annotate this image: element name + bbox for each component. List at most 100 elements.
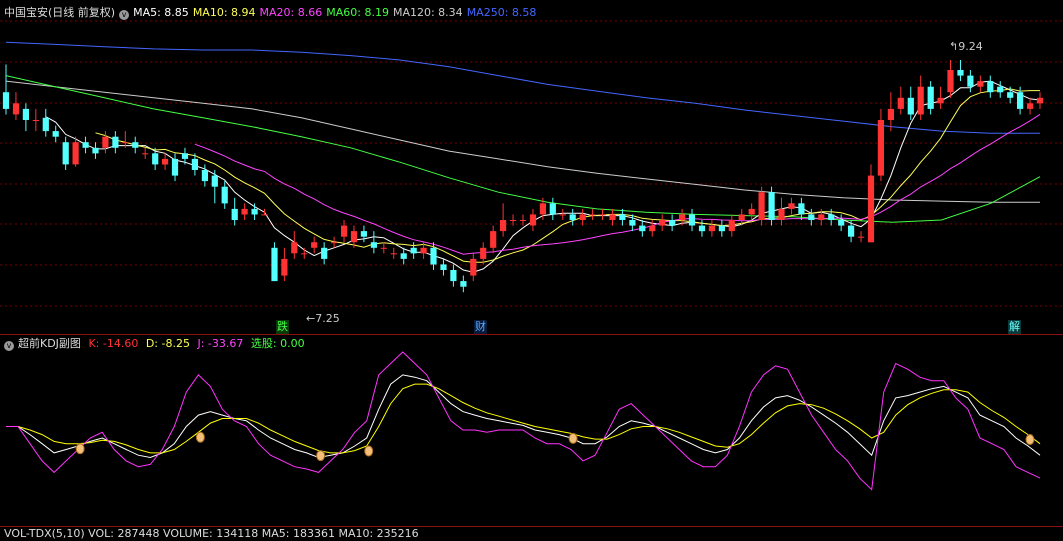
kdj-d-value: D: -8.25 <box>145 337 190 350</box>
kdj-pick-value: 选股: 0.00 <box>250 337 305 350</box>
buy-signal-marker <box>316 450 326 462</box>
candle-up <box>559 214 566 216</box>
candle-down <box>22 108 29 120</box>
ma-legend-item: MA20: 8.66 <box>259 6 323 19</box>
candle-up <box>480 247 487 259</box>
candle-up <box>649 225 656 232</box>
candle-down <box>370 242 377 248</box>
candle-down <box>112 136 119 148</box>
candle-down <box>82 142 89 148</box>
candle-down <box>52 131 59 137</box>
candle-up <box>609 214 616 220</box>
candle-down <box>828 214 835 220</box>
candle-up <box>519 220 527 221</box>
candle-up <box>947 70 954 93</box>
buy-signal-marker <box>568 432 578 444</box>
candle-down <box>400 253 407 259</box>
candle-up <box>142 153 149 155</box>
candle-up <box>311 242 318 248</box>
candle-down <box>619 214 626 220</box>
candle-up <box>887 108 894 120</box>
candle-up <box>291 242 298 254</box>
candle-down <box>838 220 845 226</box>
candle-up <box>122 142 129 144</box>
high-annotation: ↰9.24 <box>949 40 983 53</box>
candle-up <box>897 97 904 109</box>
ma-line-ma10 <box>95 88 1040 263</box>
ma-legend-item: MA60: 8.19 <box>326 6 389 19</box>
chevron-down-icon[interactable]: v <box>4 341 14 351</box>
ma-line-ma60 <box>5 75 1041 223</box>
candle-up <box>261 214 268 216</box>
kdj-lines <box>6 351 1041 491</box>
kdj-k-line <box>6 374 1041 459</box>
candle-up <box>510 220 517 221</box>
candle-up <box>12 103 20 115</box>
candle-down <box>569 214 576 220</box>
candle-up <box>738 214 745 220</box>
candle-up <box>539 203 546 215</box>
kdj-j-line <box>6 351 1041 491</box>
chart-title: 中国宝安(日线 前复权) <box>4 6 116 19</box>
buy-signal-marker <box>75 443 85 455</box>
candle-up <box>490 231 497 248</box>
candle-down <box>688 214 696 226</box>
chevron-down-icon[interactable]: v <box>119 10 130 20</box>
candle-down <box>271 247 278 282</box>
candle-down <box>62 142 69 165</box>
candle-up <box>241 208 248 215</box>
candle-up <box>529 214 537 226</box>
candle-up <box>341 225 348 237</box>
candle-up <box>301 253 308 255</box>
candle-down <box>152 153 159 165</box>
candle-up <box>589 214 596 216</box>
candle-up <box>470 258 477 276</box>
tag-cai: 财 <box>474 320 487 334</box>
candle-down <box>957 70 964 76</box>
signal-markers <box>75 431 1035 462</box>
candle-down <box>1017 92 1024 109</box>
candle-down <box>201 170 208 182</box>
candle-down <box>181 153 189 159</box>
candle-down <box>231 208 238 220</box>
candle-up <box>500 220 507 232</box>
candle-up <box>599 214 606 216</box>
candle-down <box>460 281 467 287</box>
candle-down <box>629 220 636 226</box>
candle-down <box>808 214 815 220</box>
buy-signal-marker <box>195 431 205 443</box>
main-header: 中国宝安(日线 前复权) v MA5: 8.85 MA10: 8.94 MA20: 8.… <box>4 6 544 20</box>
candle-up <box>867 175 875 243</box>
ma-legend: MA5: 8.85 MA10: 8.94 MA20: 8.66 MA60: 8.19 M… <box>133 6 540 19</box>
candle-down <box>967 75 974 87</box>
candle-up <box>778 208 785 220</box>
moving-average-lines <box>5 41 1041 273</box>
candle-down <box>698 225 706 232</box>
candle-up <box>1027 103 1034 109</box>
candle-down <box>251 208 258 215</box>
candle-up <box>390 253 397 255</box>
candle-down <box>848 225 855 237</box>
candle-down <box>450 270 457 282</box>
candle-down <box>997 86 1004 93</box>
candle-up <box>858 236 865 238</box>
candle-down <box>987 81 994 93</box>
candle-down <box>191 158 198 170</box>
candle-down <box>221 186 228 204</box>
candle-down <box>639 225 646 232</box>
candle-up <box>420 247 427 254</box>
candle-down <box>211 175 218 187</box>
candle-up <box>32 120 39 121</box>
tag-die: 跌 <box>276 320 289 334</box>
candle-down <box>1007 92 1014 98</box>
candle-down <box>42 117 49 132</box>
candle-down <box>430 247 437 265</box>
candle-down <box>718 225 725 232</box>
grid-lines <box>0 20 1063 307</box>
candle-down <box>171 158 179 176</box>
pane-divider-1 <box>0 334 1063 335</box>
candle-up <box>579 214 586 220</box>
candle-up <box>917 86 924 115</box>
candle-down <box>132 142 139 148</box>
candle-down <box>798 203 805 215</box>
